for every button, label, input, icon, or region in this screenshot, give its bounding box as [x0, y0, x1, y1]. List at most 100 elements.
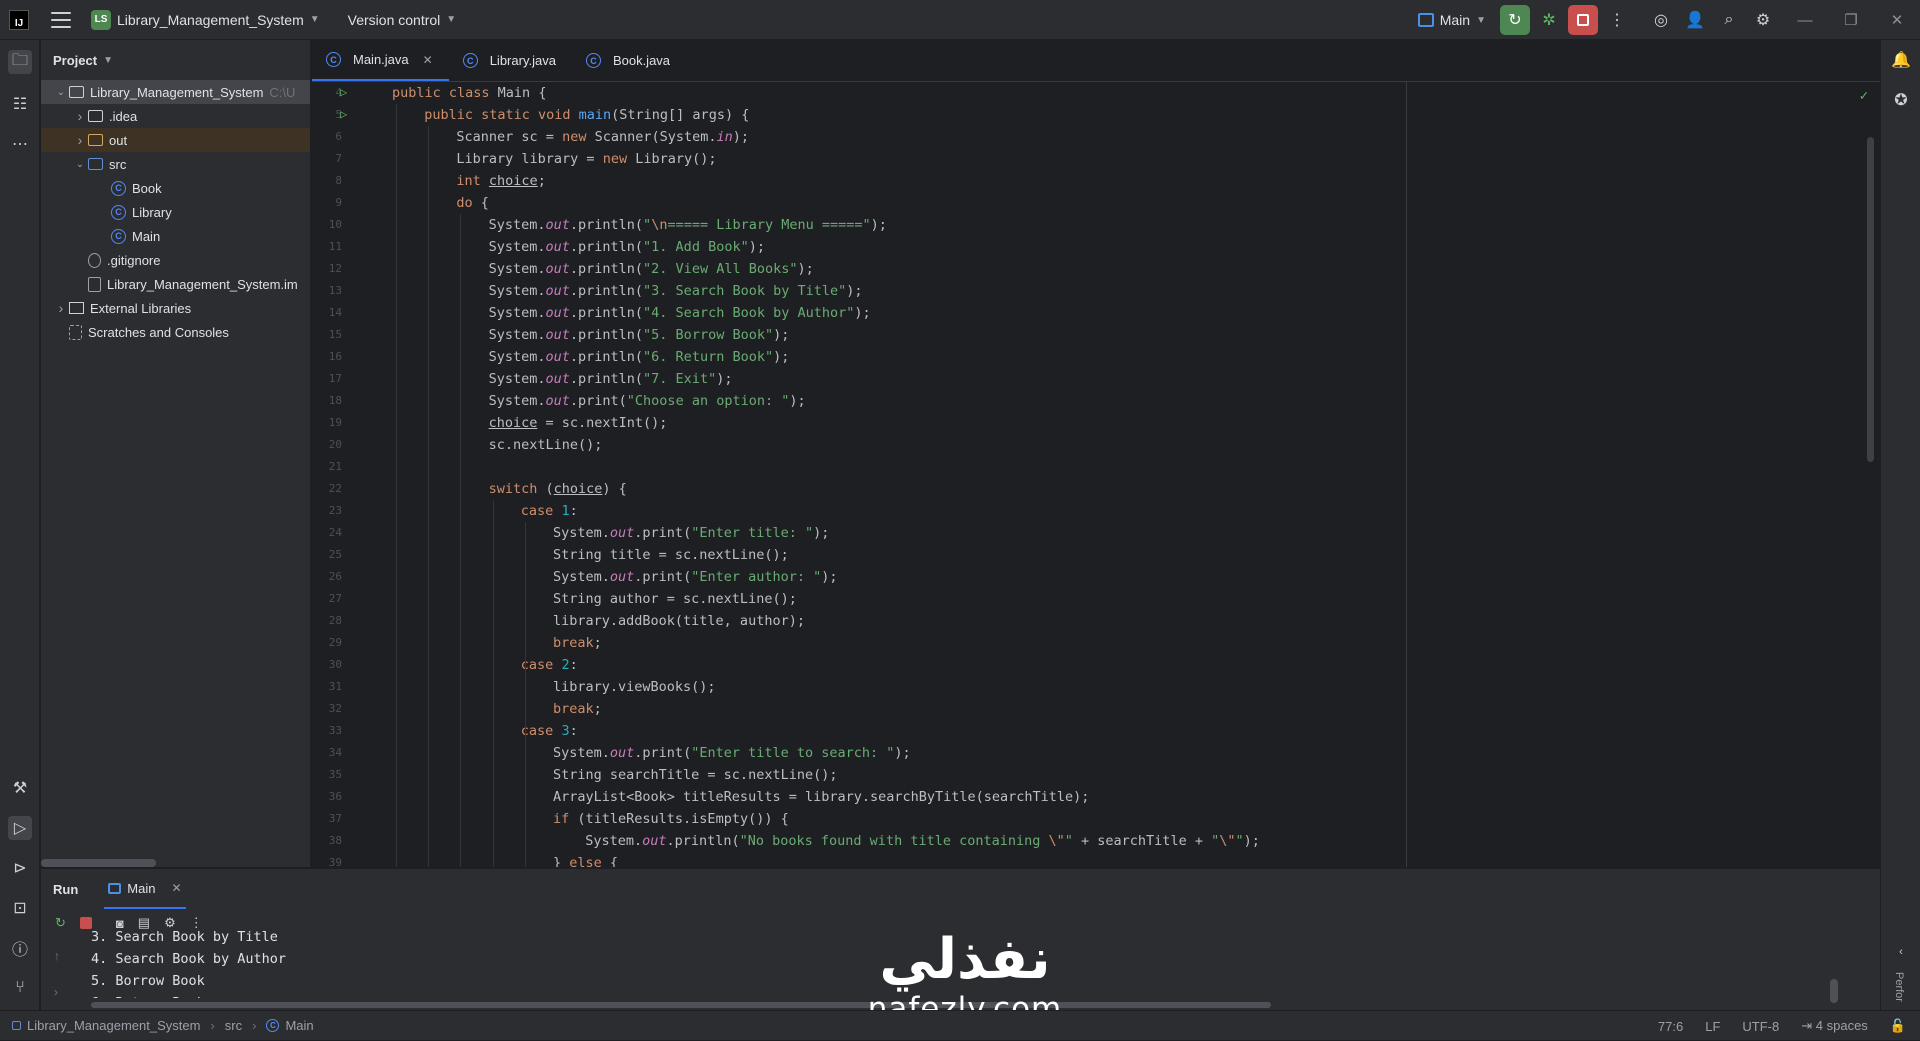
code-line[interactable]: System.out.println("No books found with … [585, 830, 1260, 852]
line-number[interactable]: 19 [312, 412, 342, 434]
file-encoding[interactable]: UTF-8 [1742, 1019, 1779, 1034]
line-number[interactable]: 39 [312, 852, 342, 867]
chevron-right-icon[interactable]: › [53, 300, 69, 316]
caret-position[interactable]: 77:6 [1658, 1019, 1683, 1034]
structure-tool-icon[interactable]: ☷ [8, 92, 32, 116]
line-number[interactable]: 37 [312, 808, 342, 830]
line-number[interactable]: 34 [312, 742, 342, 764]
tree-item[interactable]: .gitignore [41, 248, 310, 272]
code-line[interactable]: break; [553, 632, 602, 654]
problems-tool-icon[interactable]: ⓘ [8, 936, 32, 960]
line-number[interactable]: 23 [312, 500, 342, 522]
line-number[interactable]: 35 [312, 764, 342, 786]
main-menu-icon[interactable] [51, 11, 71, 28]
editor-vertical-scrollbar[interactable] [1867, 137, 1874, 462]
line-number[interactable]: 22 [312, 478, 342, 500]
tree-item[interactable]: C Library [41, 200, 310, 224]
line-number[interactable]: 8 [312, 170, 342, 192]
project-horizontal-scrollbar[interactable] [41, 859, 156, 867]
tree-item[interactable]: ⌄ src [41, 152, 310, 176]
code-line[interactable]: } else { [553, 852, 618, 867]
line-number[interactable]: 24 [312, 522, 342, 544]
code-line[interactable]: String author = sc.nextLine(); [553, 588, 797, 610]
project-switcher[interactable]: LS Library_Management_System ▼ [91, 9, 320, 30]
stop-button[interactable] [1568, 5, 1598, 35]
code-line[interactable]: System.out.println("2. View All Books"); [489, 258, 814, 280]
indent-setting[interactable]: ⇥ 4 spaces [1801, 1018, 1868, 1034]
code-line[interactable]: ArrayList<Book> titleResults = library.s… [553, 786, 1089, 808]
project-tool-icon[interactable]: 🗀 [8, 50, 32, 74]
code-line[interactable]: System.out.println("5. Borrow Book"); [489, 324, 790, 346]
code-line[interactable]: System.out.println("3. Search Book by Ti… [489, 280, 863, 302]
run-gutter-icon[interactable]: ▷ [340, 85, 354, 99]
line-number[interactable]: 12 [312, 258, 342, 280]
tab-main-java[interactable]: C Main.java ✕ [312, 40, 449, 81]
line-number[interactable]: 4 [312, 82, 342, 104]
code-line[interactable]: case 3: [521, 720, 578, 742]
code-line[interactable]: System.out.println("1. Add Book"); [489, 236, 765, 258]
chevron-right-icon[interactable]: › [72, 132, 88, 148]
run-configuration-selector[interactable]: Main ▼ [1417, 12, 1486, 28]
project-panel-header[interactable]: Project ▼ [41, 40, 310, 80]
code-line[interactable]: Library library = new Library(); [456, 148, 716, 170]
tab-library-java[interactable]: C Library.java [449, 40, 572, 81]
code-line[interactable]: System.out.println("4. Search Book by Au… [489, 302, 871, 324]
line-number[interactable]: 38 [312, 830, 342, 852]
line-number[interactable]: 29 [312, 632, 342, 654]
breadcrumb-src[interactable]: src [225, 1018, 242, 1033]
line-number[interactable]: 27 [312, 588, 342, 610]
line-number[interactable]: 10 [312, 214, 342, 236]
run-gutter-icon[interactable]: ▷ [340, 107, 354, 121]
chevron-right-icon[interactable]: › [72, 108, 88, 124]
code-editor[interactable]: 4 ▷ 5 ▷ 6 7 8 9 10 11 12 13 14 15 16 17 18 19 20 21 22 23 24 25… [312, 82, 1880, 867]
no-problems-check-icon[interactable]: ✓ [1860, 88, 1868, 104]
close-icon[interactable]: ✕ [423, 53, 433, 67]
code-line[interactable]: case 2: [521, 654, 578, 676]
restore-button[interactable]: ❐ [1828, 11, 1874, 29]
tree-item[interactable]: › .idea [41, 104, 310, 128]
code-line[interactable]: library.addBook(title, author); [553, 610, 805, 632]
line-number[interactable]: 36 [312, 786, 342, 808]
tree-item[interactable]: › External Libraries [41, 296, 310, 320]
console-horizontal-scrollbar[interactable] [91, 1002, 1271, 1008]
code-line[interactable]: switch (choice) { [489, 478, 627, 500]
code-line[interactable]: case 1: [521, 500, 578, 522]
code-line[interactable]: Scanner sc = new Scanner(System.in); [456, 126, 749, 148]
line-number[interactable]: 13 [312, 280, 342, 302]
code-line[interactable]: System.out.print("Enter title to search:… [553, 742, 911, 764]
more-tools-icon[interactable]: ⋯ [8, 132, 32, 156]
tree-item[interactable]: Scratches and Consoles [41, 320, 310, 344]
lock-icon[interactable]: 🔓 [1890, 1018, 1906, 1034]
code-line[interactable]: break; [553, 698, 602, 720]
line-number[interactable]: 5 [312, 104, 342, 126]
code-line[interactable]: String searchTitle = sc.nextLine(); [553, 764, 837, 786]
line-number[interactable]: 31 [312, 676, 342, 698]
close-icon[interactable]: ✕ [171, 881, 181, 895]
ai-assistant-button[interactable]: ◎ [1646, 5, 1676, 35]
notifications-icon[interactable]: 🔔 [1889, 48, 1913, 72]
profiler-tool-label[interactable]: Perfor [1893, 972, 1905, 1002]
code-line[interactable]: public class Main { [392, 82, 546, 104]
rerun-icon[interactable]: ↻ [55, 915, 66, 931]
services-tool-icon[interactable]: ⊳ [8, 856, 32, 880]
rerun-button[interactable]: ↻ [1500, 5, 1530, 35]
scroll-up-icon[interactable]: ↑ [54, 949, 60, 963]
line-number[interactable]: 30 [312, 654, 342, 676]
version-control-menu[interactable]: Version control ▼ [348, 12, 457, 28]
debug-button[interactable]: ✲ [1534, 5, 1564, 35]
terminal-tool-icon[interactable]: ⊡ [8, 896, 32, 920]
minimize-button[interactable]: — [1782, 12, 1828, 29]
code-line[interactable]: System.out.print("Choose an option: "); [489, 390, 806, 412]
collapse-icon[interactable]: ‹ [1889, 940, 1913, 964]
line-number[interactable]: 33 [312, 720, 342, 742]
close-window-button[interactable]: ✕ [1874, 11, 1920, 29]
build-tool-icon[interactable]: ⚒ [8, 776, 32, 800]
tab-book-java[interactable]: C Book.java [572, 40, 686, 81]
line-number[interactable]: 6 [312, 126, 342, 148]
run-tool-icon[interactable]: ▷ [8, 816, 32, 840]
code-line[interactable]: System.out.print("Enter author: "); [553, 566, 838, 588]
ai-chat-icon[interactable]: ✪ [1889, 88, 1913, 112]
expand-icon[interactable]: › [54, 985, 58, 999]
tree-item[interactable]: ⌄ Library_Management_System C:\U [41, 80, 310, 104]
code-line[interactable]: System.out.println("7. Exit"); [489, 368, 733, 390]
